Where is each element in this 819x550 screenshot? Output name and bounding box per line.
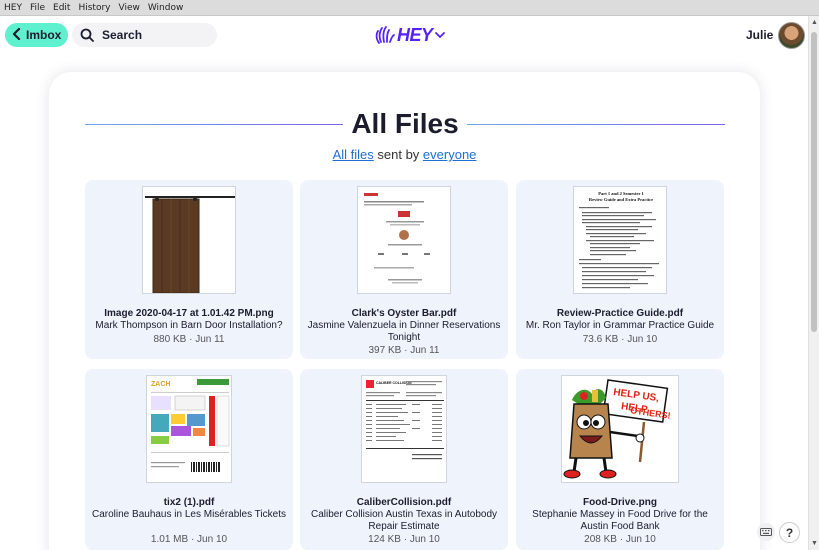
- hand-wave-icon: [375, 26, 395, 44]
- menu-window[interactable]: Window: [148, 3, 184, 13]
- file-context: Mark Thompson in Barn Door Installation?: [95, 320, 283, 331]
- app-header: Imbox Search HEY Julie: [0, 16, 808, 56]
- menu-history[interactable]: History: [78, 3, 110, 13]
- title-divider-right: [466, 123, 725, 125]
- help-button[interactable]: ?: [779, 522, 800, 543]
- file-meta: 208 KB · Jun 10: [584, 534, 656, 545]
- help-icon: ?: [785, 525, 794, 540]
- file-meta: 73.6 KB · Jun 10: [582, 334, 658, 345]
- file-meta: 124 KB · Jun 10: [368, 534, 440, 545]
- page-subtitle: All files sent by everyone: [0, 147, 809, 162]
- file-context: Stephanie Massey in Food Drive for the A…: [532, 509, 708, 532]
- menu-edit[interactable]: Edit: [53, 3, 70, 13]
- file-name: tix2 (1).pdf: [163, 497, 215, 508]
- scroll-up-icon[interactable]: ▲: [810, 18, 819, 27]
- hey-logo-menu[interactable]: HEY: [374, 22, 445, 48]
- zach-logo-text: ZACH: [151, 381, 170, 388]
- file-meta: 1.01 MB · Jun 10: [150, 534, 228, 545]
- search-icon: [80, 28, 94, 42]
- os-menu-bar: HEY File Edit History View Window: [0, 0, 819, 16]
- file-thumbnail: [142, 186, 236, 294]
- menu-view[interactable]: View: [118, 3, 139, 13]
- title-divider-left: [85, 123, 344, 125]
- svg-text:Review Guide and Extra Practic: Review Guide and Extra Practice: [589, 197, 653, 202]
- menu-file[interactable]: File: [30, 3, 45, 13]
- everyone-link[interactable]: everyone: [423, 147, 476, 162]
- imbox-label: Imbox: [26, 28, 62, 42]
- file-name: CaliberCollision.pdf: [356, 497, 452, 508]
- file-context: Mr. Ron Taylor in Grammar Practice Guide: [525, 320, 715, 331]
- file-card[interactable]: Image 2020-04-17 at 1.01.42 PM.png Mark …: [85, 180, 293, 359]
- file-thumbnail: HELP US, HELP OTHERS!: [561, 375, 679, 483]
- chevron-left-icon: [12, 27, 21, 43]
- file-name: Clark's Oyster Bar.pdf: [351, 308, 457, 319]
- keyboard-shortcuts-button[interactable]: [757, 523, 775, 541]
- chevron-down-icon: [434, 32, 445, 39]
- menu-hey[interactable]: HEY: [4, 3, 22, 13]
- page-title: All Files: [351, 108, 459, 139]
- title-row: All Files: [85, 107, 725, 141]
- all-files-link[interactable]: All files: [333, 147, 374, 162]
- user-name[interactable]: Julie: [746, 28, 773, 42]
- file-name: Review-Practice Guide.pdf: [556, 308, 684, 319]
- file-name: Image 2020-04-17 at 1.01.42 PM.png: [104, 308, 274, 319]
- file-card[interactable]: Part 1 and 2 Semester 1 Review Guide and…: [516, 180, 724, 359]
- scrollbar[interactable]: ▲ ▼: [808, 16, 819, 550]
- file-meta: 880 KB · Jun 11: [153, 334, 225, 345]
- file-card[interactable]: Clark's Oyster Bar.pdf Jasmine Valenzuel…: [300, 180, 508, 359]
- file-context: Jasmine Valenzuela in Dinner Reservation…: [307, 320, 501, 343]
- search-button[interactable]: Search: [72, 23, 217, 47]
- file-thumbnail: CALIBER COLLISION: [361, 375, 447, 483]
- file-card[interactable]: HELP US, HELP OTHERS! Food-Drive.png Ste…: [516, 369, 724, 550]
- scroll-down-icon[interactable]: ▼: [810, 539, 819, 548]
- file-name: Food-Drive.png: [583, 497, 657, 508]
- file-thumbnail: [357, 186, 451, 294]
- svg-text:Part 1 and 2 Semester 1: Part 1 and 2 Semester 1: [598, 191, 644, 196]
- file-thumbnail: Part 1 and 2 Semester 1 Review Guide and…: [573, 186, 667, 294]
- file-thumbnail: ZACH: [146, 375, 232, 483]
- file-card[interactable]: ZACH tix2 (1).pdf Caroline Bauhaus in Le…: [85, 369, 293, 550]
- logo-text: HEY: [397, 24, 433, 45]
- keyboard-icon: [760, 528, 772, 536]
- scroll-thumb[interactable]: [811, 32, 817, 332]
- file-meta: 397 KB · Jun 11: [368, 345, 440, 356]
- file-card[interactable]: CALIBER COLLISION CaliberCollision.pdf C…: [300, 369, 508, 550]
- file-context: Caroline Bauhaus in Les Misérables Ticke…: [92, 509, 286, 520]
- search-label: Search: [102, 28, 143, 42]
- file-context: Caliber Collision Austin Texas in Autobo…: [310, 509, 498, 532]
- avatar[interactable]: [778, 22, 805, 49]
- imbox-button[interactable]: Imbox: [5, 23, 68, 47]
- subtitle-text: sent by: [373, 147, 423, 162]
